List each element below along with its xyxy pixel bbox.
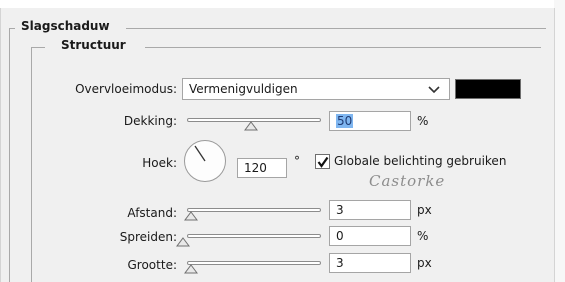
shadow-color-swatch[interactable] — [455, 79, 521, 99]
size-slider-track[interactable] — [187, 261, 321, 265]
spread-value: 0 — [336, 229, 344, 243]
spread-slider-track[interactable] — [187, 234, 321, 238]
opacity-label: Dekking: — [123, 114, 177, 128]
spread-slider-thumb[interactable] — [176, 237, 190, 247]
inner-group-line-side — [31, 47, 32, 282]
size-label: Grootte: — [127, 258, 178, 272]
checkmark-icon — [317, 156, 329, 168]
outer-group-line-side — [9, 28, 10, 282]
size-slider-thumb[interactable] — [184, 264, 198, 274]
watermark-text: Castorke — [369, 172, 446, 190]
distance-label: Afstand: — [127, 206, 177, 220]
chevron-down-icon — [428, 86, 440, 94]
blend-mode-label: Overvloeimodus: — [75, 82, 177, 96]
inner-group-line-right — [145, 47, 541, 48]
angle-input[interactable]: 120 — [237, 158, 287, 178]
angle-label: Hoek: — [142, 156, 177, 170]
size-value: 3 — [336, 256, 344, 270]
global-light-label[interactable]: Globale belichting gebruiken — [334, 154, 506, 168]
opacity-input[interactable]: 50 — [329, 111, 411, 131]
right-strip — [554, 0, 565, 282]
angle-value: 120 — [244, 161, 267, 175]
blend-mode-value: Vermenigvuldigen — [189, 82, 298, 96]
distance-unit: px — [417, 203, 432, 217]
distance-slider-thumb[interactable] — [184, 211, 198, 221]
outer-group-line-right — [126, 28, 546, 29]
spread-unit: % — [417, 229, 429, 243]
angle-dial-needle — [194, 145, 206, 162]
outer-group-title: Slagschaduw — [17, 19, 114, 33]
spread-label: Spreiden: — [119, 230, 177, 244]
angle-unit: ° — [294, 154, 300, 168]
opacity-slider-thumb[interactable] — [244, 121, 258, 131]
size-unit: px — [417, 256, 432, 270]
distance-value: 3 — [336, 203, 344, 217]
angle-dial[interactable] — [184, 140, 226, 182]
drop-shadow-panel: Slagschaduw Structuur Overvloeimodus: Ve… — [0, 8, 555, 282]
opacity-unit: % — [417, 114, 429, 128]
spread-input[interactable]: 0 — [329, 226, 411, 246]
size-input[interactable]: 3 — [329, 253, 411, 273]
top-strip — [0, 0, 565, 8]
distance-slider-track[interactable] — [187, 208, 321, 212]
inner-group-line-left — [31, 47, 45, 48]
blend-mode-select[interactable]: Vermenigvuldigen — [182, 78, 450, 100]
distance-input[interactable]: 3 — [329, 200, 411, 220]
global-light-checkbox[interactable] — [315, 154, 330, 169]
opacity-value: 50 — [336, 114, 354, 128]
inner-group-title: Structuur — [57, 38, 130, 52]
